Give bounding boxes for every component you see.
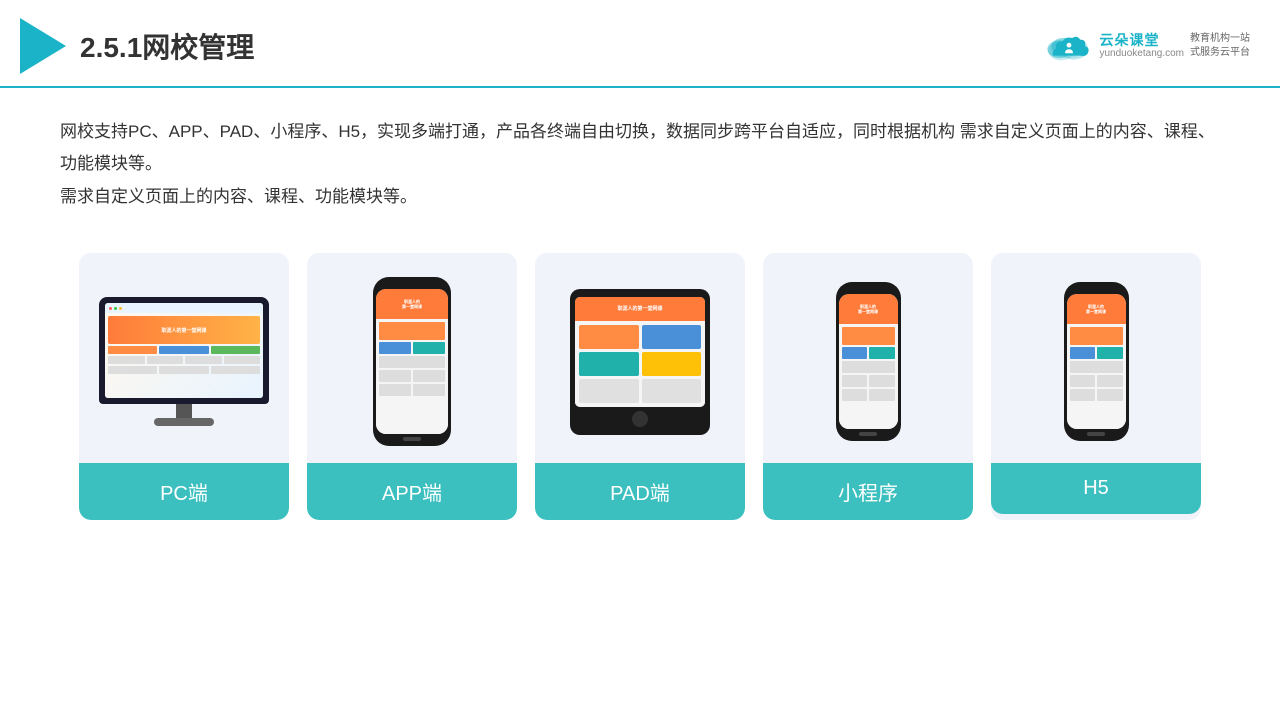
card-miniapp: 职涯人的第一堂网课 [763, 253, 973, 520]
card-miniapp-image: 职涯人的第一堂网课 [763, 253, 973, 463]
app-device-icon: 职涯人的第一堂网课 [373, 277, 451, 446]
header-right: 云朵课堂 yunduoketang.com 教育机构一站式服务云平台 [1045, 28, 1250, 64]
page-title: 2.5.1网校管理 [80, 26, 254, 66]
logo-triangle-icon [20, 18, 66, 74]
brand-url: yunduoketang.com [1099, 48, 1184, 60]
card-pad-image: 职涯人的第一堂网课 [535, 253, 745, 463]
card-miniapp-label: 小程序 [763, 463, 973, 520]
page-header: 2.5.1网校管理 云朵课堂 yunduoket [0, 0, 1280, 88]
card-h5-label: H5 [991, 463, 1201, 514]
card-h5: 职涯人的第一堂网课 [991, 253, 1201, 520]
cloud-icon [1045, 28, 1093, 64]
card-app-image: 职涯人的第一堂网课 [307, 253, 517, 463]
card-pad-label: PAD端 [535, 463, 745, 520]
card-app: 职涯人的第一堂网课 [307, 253, 517, 520]
card-h5-image: 职涯人的第一堂网课 [991, 253, 1201, 463]
brand-slogan: 教育机构一站式服务云平台 [1190, 32, 1250, 60]
description-text: 网校支持PC、APP、PAD、小程序、H5，实现多端打通，产品各终端自由切换，数… [0, 88, 1280, 233]
card-pc-image: 职涯人的第一堂网课 [79, 253, 289, 463]
h5-device-icon: 职涯人的第一堂网课 [1064, 282, 1129, 441]
card-pad: 职涯人的第一堂网课 PAD端 [535, 253, 745, 520]
pad-device-icon: 职涯人的第一堂网课 [570, 289, 710, 435]
brand-name: 云朵课堂 [1099, 32, 1184, 49]
pc-device-icon: 职涯人的第一堂网课 [99, 297, 269, 426]
cloud-logo: 云朵课堂 yunduoketang.com 教育机构一站式服务云平台 [1045, 28, 1250, 64]
header-left: 2.5.1网校管理 [20, 18, 254, 74]
brand-text: 云朵课堂 yunduoketang.com [1099, 32, 1184, 61]
card-pc: 职涯人的第一堂网课 [79, 253, 289, 520]
cards-container: 职涯人的第一堂网课 [0, 233, 1280, 550]
card-app-label: APP端 [307, 463, 517, 520]
card-pc-label: PC端 [79, 463, 289, 520]
miniapp-device-icon: 职涯人的第一堂网课 [836, 282, 901, 441]
